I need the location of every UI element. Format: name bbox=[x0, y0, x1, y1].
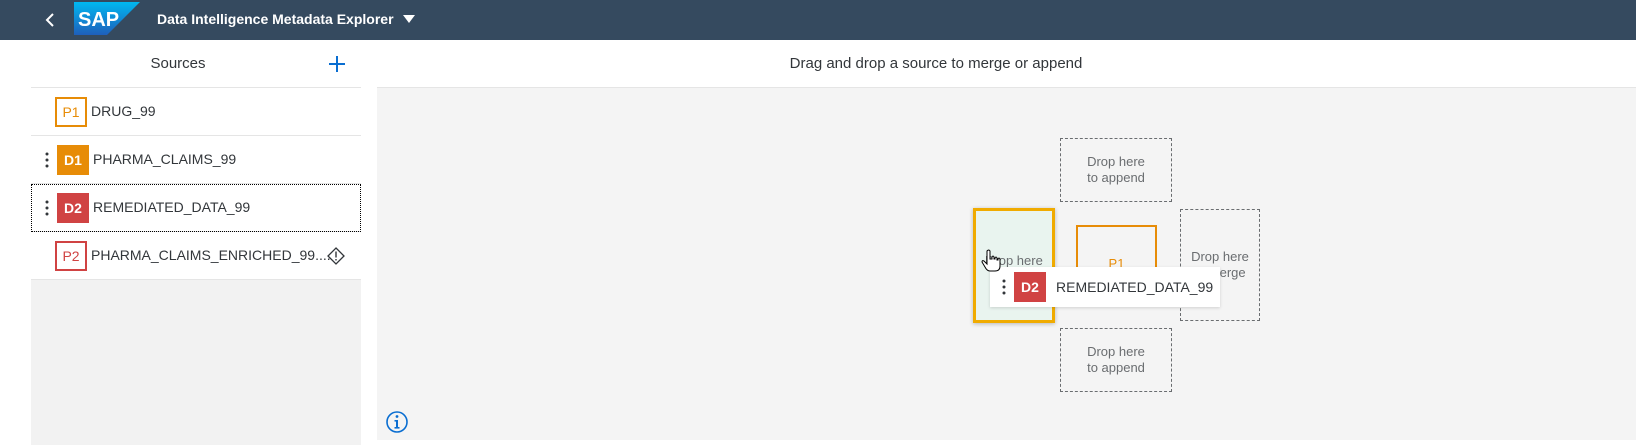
drag-handle-icon bbox=[1002, 279, 1006, 295]
source-badge: P1 bbox=[55, 97, 87, 127]
source-item-drug-99[interactable]: P1 DRUG_99 bbox=[31, 88, 361, 136]
svg-text:SAP: SAP bbox=[78, 9, 119, 31]
hand-cursor-icon bbox=[981, 249, 1001, 272]
drag-ghost-name: REMEDIATED_DATA_99 bbox=[1056, 279, 1214, 295]
source-badge: D2 bbox=[57, 193, 89, 223]
back-button[interactable] bbox=[36, 6, 64, 34]
caret-down-icon[interactable] bbox=[403, 15, 415, 24]
drag-ghost-item: D2 REMEDIATED_DATA_99 bbox=[990, 267, 1220, 307]
source-item-pharma-claims-enriched-99[interactable]: P2 PHARMA_CLAIMS_ENRICHED_99.... bbox=[31, 232, 361, 280]
diamond-warning-icon[interactable] bbox=[327, 247, 345, 265]
shell-header: SAP Data Intelligence Metadata Explorer bbox=[0, 0, 1636, 40]
source-item-remediated-data-99[interactable]: D2 REMEDIATED_DATA_99 bbox=[31, 184, 361, 232]
drag-ghost-badge: D2 bbox=[1014, 272, 1046, 302]
sources-panel: Sources P1 DRUG_99 D1 PHARMA_CLAIMS_99 D… bbox=[31, 40, 361, 445]
source-badge: P2 bbox=[55, 241, 87, 271]
drag-handle-icon[interactable] bbox=[45, 152, 49, 168]
plus-icon[interactable] bbox=[326, 53, 348, 75]
info-icon[interactable] bbox=[385, 410, 409, 434]
drag-handle-icon[interactable] bbox=[45, 200, 49, 216]
source-name: REMEDIATED_DATA_99 bbox=[93, 199, 251, 215]
drop-zone-append-bottom[interactable]: Drop here to append bbox=[1060, 328, 1172, 392]
source-item-pharma-claims-99[interactable]: D1 PHARMA_CLAIMS_99 bbox=[31, 136, 361, 184]
source-name: PHARMA_CLAIMS_99 bbox=[93, 151, 237, 167]
source-name: DRUG_99 bbox=[91, 103, 156, 119]
chevron-left-icon bbox=[45, 13, 54, 27]
source-list: P1 DRUG_99 D1 PHARMA_CLAIMS_99 D2 REMEDI… bbox=[31, 88, 361, 280]
app-title[interactable]: Data Intelligence Metadata Explorer bbox=[157, 11, 394, 27]
drop-zone-append-top[interactable]: Drop here to append bbox=[1060, 138, 1172, 202]
source-badge: D1 bbox=[57, 145, 89, 175]
canvas-instruction: Drag and drop a source to merge or appen… bbox=[789, 55, 1083, 72]
sources-title: Sources bbox=[150, 55, 206, 72]
source-name: PHARMA_CLAIMS_ENRICHED_99.... bbox=[91, 247, 331, 263]
sources-header: Sources bbox=[31, 40, 361, 88]
canvas-header: Drag and drop a source to merge or appen… bbox=[377, 40, 1636, 88]
center-source-box: P1 bbox=[1076, 225, 1157, 273]
sap-logo: SAP bbox=[74, 2, 140, 35]
